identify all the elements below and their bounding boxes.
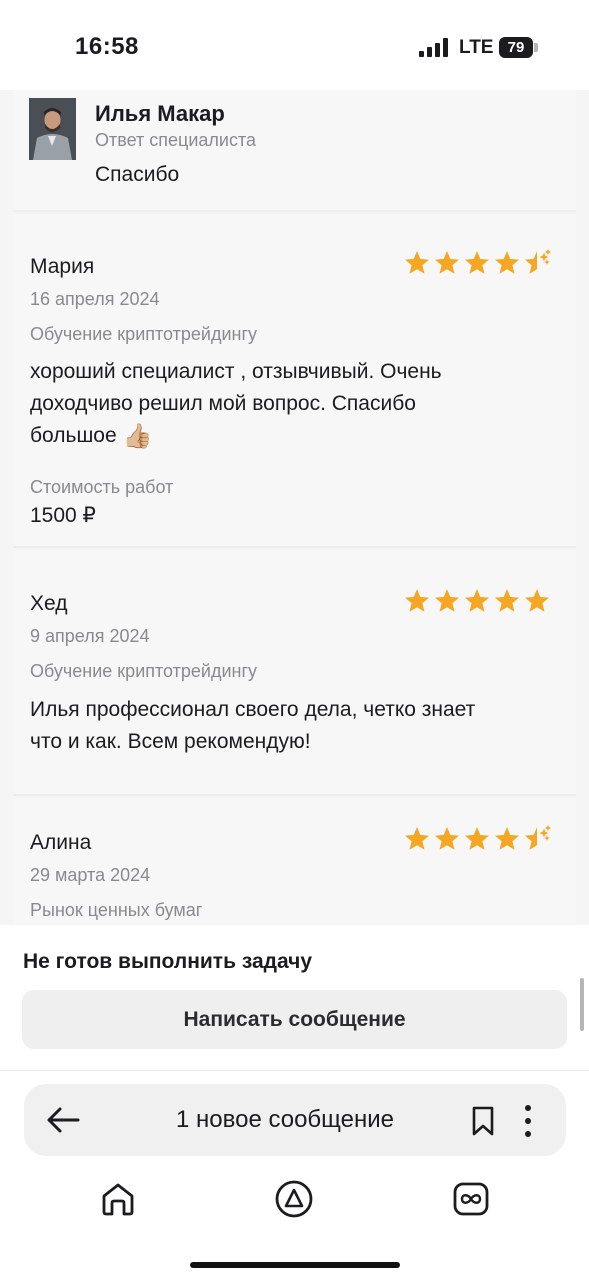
star-icon (495, 827, 519, 850)
star-icon (435, 251, 459, 274)
rating-stars (403, 249, 563, 277)
reply-text: Спасибо (95, 163, 180, 186)
network-type: LTE (459, 37, 494, 58)
star-icon (405, 827, 429, 850)
review-date: 16 апреля 2024 (30, 289, 160, 309)
specialist-reply: Илья Макар Ответ специалиста Спасибо (13, 90, 576, 212)
review-service: Рынок ценных бумаг (30, 900, 203, 920)
cost-label: Стоимость работ (30, 477, 174, 497)
back-arrow-icon[interactable] (46, 1106, 80, 1134)
rating-stars (403, 587, 563, 615)
review-author: Мария (30, 255, 95, 278)
page-title[interactable]: 1 новое сообщение (176, 1106, 394, 1134)
star-icon (525, 589, 549, 612)
scrollbar[interactable] (580, 978, 584, 1031)
status-note: Не готов выполнить задачу (23, 950, 313, 973)
star-icon (525, 825, 551, 850)
home-icon[interactable] (98, 1179, 138, 1219)
review-author: Алина (30, 831, 92, 854)
star-icon (405, 589, 429, 612)
alice-icon[interactable] (274, 1179, 314, 1219)
home-indicator[interactable] (190, 1262, 400, 1268)
cost-value: 1500 ₽ (30, 504, 96, 527)
address-bar[interactable]: 1 новое сообщение (24, 1084, 566, 1156)
star-icon (405, 251, 429, 274)
star-icon (465, 589, 489, 612)
bookmark-icon[interactable] (471, 1106, 495, 1136)
star-icon (495, 589, 519, 612)
rating-stars (403, 825, 563, 853)
star-icon (495, 251, 519, 274)
review-card: Мария 16 апреля 2024 Обучение криптотрей… (13, 214, 576, 548)
action-sheet: Не готов выполнить задачу Написать сообщ… (0, 925, 589, 1070)
review-text: хороший специалист , отзывчивый. Очень д… (30, 356, 530, 453)
star-icon (435, 589, 459, 612)
tabs-icon[interactable] (451, 1179, 491, 1219)
review-card: Хед 9 апреля 2024 Обучение криптотрейдин… (13, 550, 576, 796)
review-service: Обучение криптотрейдингу (30, 324, 258, 344)
avatar (29, 98, 76, 160)
star-icon (525, 249, 551, 274)
battery-level: 79 (499, 37, 533, 58)
signal-icon (419, 38, 448, 57)
review-date: 29 марта 2024 (30, 865, 151, 885)
review-date: 9 апреля 2024 (30, 626, 150, 646)
star-icon (465, 251, 489, 274)
reviews-list[interactable]: Илья Макар Ответ специалиста Спасибо Мар… (0, 90, 589, 925)
review-service: Обучение криптотрейдингу (30, 661, 258, 681)
browser-toolbar: 1 новое сообщение (0, 1071, 589, 1280)
thumbs-up-icon: 👍🏼 (122, 423, 153, 450)
status-bar: 16:58 LTE 79 (0, 0, 589, 90)
star-icon (435, 827, 459, 850)
write-message-button[interactable]: Написать сообщение (22, 990, 567, 1049)
specialist-role: Ответ специалиста (95, 130, 257, 150)
star-icon (465, 827, 489, 850)
review-text: Илья профессионал своего дела, четко зна… (30, 698, 476, 753)
status-time: 16:58 (75, 33, 139, 60)
review-author: Хед (30, 592, 68, 615)
battery-icon: 79 (499, 37, 539, 58)
specialist-name: Илья Макар (95, 101, 225, 126)
review-card: Алина 29 марта 2024 Рынок ценных бумаг (13, 798, 576, 925)
more-vertical-icon[interactable] (522, 1104, 534, 1138)
